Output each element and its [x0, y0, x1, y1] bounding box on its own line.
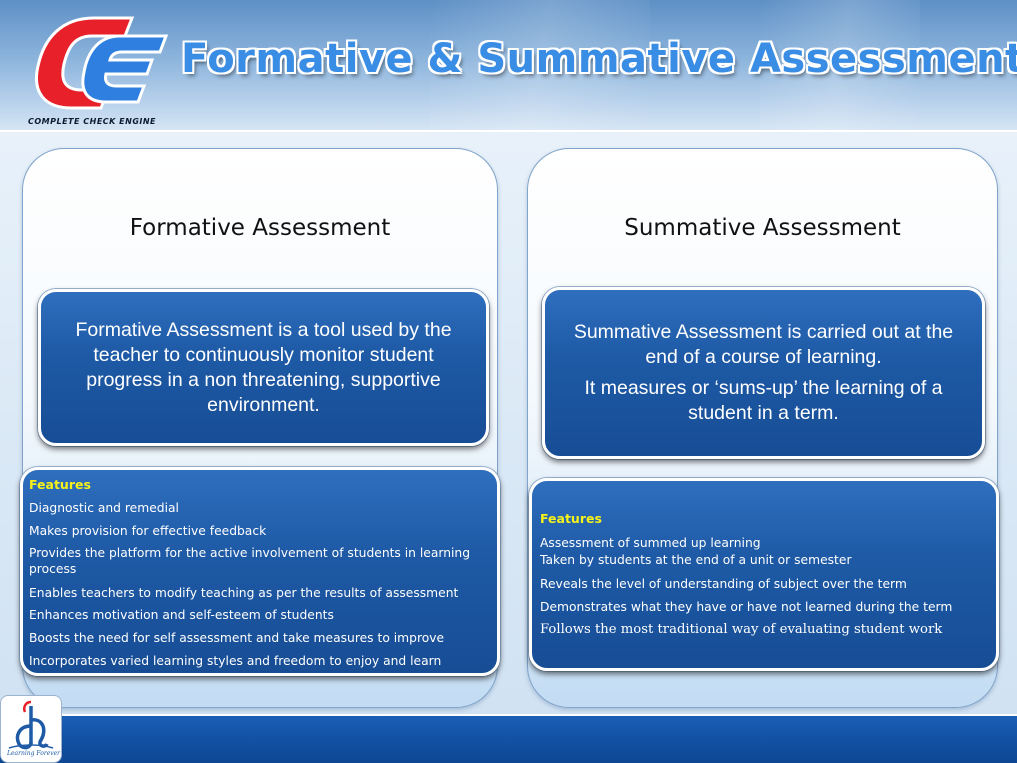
summative-feature-item: Follows the most traditional way of eval…	[540, 622, 943, 637]
logo-caption: COMPLETE CHECK ENGINE	[28, 117, 157, 126]
formative-definition-box: Formative Assessment is a tool used by t…	[38, 289, 489, 446]
logo-tagline: Learning Forever	[7, 750, 61, 757]
summative-heading: Summative Assessment	[624, 215, 901, 241]
cce-logo-icon	[35, 16, 169, 110]
formative-feature-item: Enables teachers to modify teaching as p…	[29, 586, 459, 600]
formative-definition: Formative Assessment is a tool used by t…	[75, 318, 452, 416]
formative-features-label: Features	[29, 477, 91, 492]
formative-features-box: Features Diagnostic and remedial Makes p…	[20, 467, 500, 676]
formative-feature-item: Diagnostic and remedial	[29, 501, 179, 515]
formative-feature-item: Makes provision for effective feedback	[29, 524, 267, 538]
formative-feature-item: Incorporates varied learning styles and …	[29, 654, 442, 668]
summative-feature-item: Taken by students at the end of a unit o…	[540, 553, 852, 567]
page-title: Formative & Summative Assessments	[181, 36, 1017, 82]
formative-feature-item: Provides the platform for the active inv…	[29, 546, 471, 576]
learning-forever-logo-icon: Learning Forever	[0, 695, 62, 763]
formative-heading: Formative Assessment	[129, 215, 391, 241]
summative-feature-item: Assessment of summed up learning	[540, 536, 761, 550]
summative-features-box: Features Assessment of summed up learnin…	[529, 478, 999, 671]
footer-bar	[0, 714, 1017, 763]
summative-feature-item: Demonstrates what they have or have not …	[540, 600, 953, 614]
summative-definition-1: Summative Assessment is carried out at t…	[573, 321, 954, 368]
summative-features-label: Features	[540, 511, 602, 526]
formative-feature-item: Enhances motivation and self-esteem of s…	[29, 608, 334, 622]
summative-definition-box: Summative Assessment is carried out at t…	[542, 287, 985, 459]
summative-feature-item: Reveals the level of understanding of su…	[540, 577, 907, 591]
summative-definition-2: It measures or ‘sums-up’ the learning of…	[584, 377, 943, 424]
formative-feature-item: Boosts the need for self assessment and …	[29, 631, 445, 645]
